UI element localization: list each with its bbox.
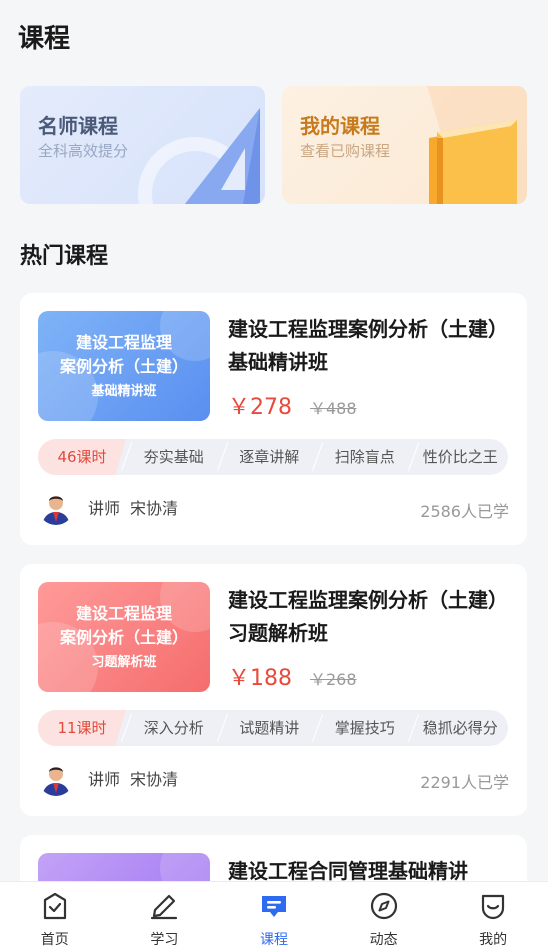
- bottom-tab-bar: 首页 学习 课程 动态 我的: [0, 881, 548, 951]
- banner-subtitle: 全科高效提分: [38, 142, 129, 160]
- my-courses-banner[interactable]: 我的课程 查看已购课程: [282, 86, 527, 204]
- tab-courses[interactable]: 课程: [219, 882, 329, 951]
- set-square-icon: [138, 108, 260, 204]
- tab-label: 课程: [259, 932, 288, 948]
- study-icon: [151, 894, 178, 920]
- course-card[interactable]: 建设工程监理 案例分析（土建） 习题解析班 建设工程监理案例分析（土建）习题解析…: [20, 564, 527, 816]
- course-title: 建设工程监理案例分析（土建）基础精讲班: [228, 317, 508, 374]
- original-price: ￥488: [310, 399, 357, 418]
- course-tags: 46课时 夯实基础 逐章讲解 扫除盲点 性价比之王: [38, 439, 508, 475]
- course-tags: 11课时 深入分析 试题精讲 掌握技巧 稳抓必得分: [38, 710, 508, 746]
- course-thumbnail: 建设工程监理 案例分析（土建） 习题解析班: [38, 582, 210, 692]
- course-title: 建设工程监理案例分析（土建）习题解析班: [228, 588, 508, 645]
- teacher-info: 讲师 宋协清: [38, 760, 178, 796]
- tab-home[interactable]: 首页: [0, 882, 110, 951]
- teacher-avatar: [38, 760, 74, 796]
- page-title: 课程: [18, 24, 71, 54]
- course-tag: 掌握技巧: [317, 710, 413, 746]
- course-tag: 稳抓必得分: [413, 710, 509, 746]
- course-card[interactable]: 建设工程监理 案例分析（土建） 基础精讲班 建设工程监理案例分析（土建）基础精讲…: [20, 293, 527, 545]
- learner-count: 2291人已学: [420, 773, 509, 792]
- tab-study[interactable]: 学习: [110, 882, 220, 951]
- course-tag: 试题精讲: [222, 710, 318, 746]
- banner-subtitle: 查看已购课程: [300, 142, 391, 160]
- teacher-info: 讲师 宋协清: [38, 489, 178, 525]
- course-icon: [261, 896, 286, 917]
- course-price: ￥188: [228, 666, 292, 691]
- original-price: ￥268: [310, 670, 357, 689]
- course-tag: 夯实基础: [126, 439, 222, 475]
- tab-label: 首页: [40, 932, 69, 948]
- book-icon: [427, 86, 527, 204]
- compass-icon: [370, 892, 397, 920]
- banner-title: 名师课程: [38, 114, 118, 138]
- tab-label: 我的: [479, 932, 508, 948]
- teacher-name: 宋协清: [130, 499, 179, 518]
- lesson-count-badge: 46课时: [38, 439, 126, 475]
- course-tag: 深入分析: [126, 710, 222, 746]
- learner-count: 2586人已学: [420, 502, 509, 521]
- course-thumbnail: 建设工程监理 案例分析（土建） 基础精讲班: [38, 311, 210, 421]
- section-title: 热门课程: [20, 244, 109, 269]
- teacher-avatar: [38, 489, 74, 525]
- course-tag: 性价比之王: [413, 439, 509, 475]
- teacher-label: 讲师: [88, 499, 121, 518]
- profile-icon: [482, 894, 505, 920]
- tab-feed[interactable]: 动态: [329, 882, 439, 951]
- home-icon: [43, 892, 66, 920]
- tab-label: 动态: [369, 932, 398, 948]
- tab-profile[interactable]: 我的: [438, 882, 548, 951]
- tab-label: 学习: [150, 932, 179, 948]
- course-tag: 逐章讲解: [222, 439, 318, 475]
- lesson-count-badge: 11课时: [38, 710, 126, 746]
- teacher-label: 讲师: [88, 770, 121, 789]
- course-price: ￥278: [228, 395, 292, 420]
- course-tag: 扫除盲点: [317, 439, 413, 475]
- famous-teacher-course-banner[interactable]: 名师课程 全科高效提分: [20, 86, 265, 204]
- teacher-name: 宋协清: [130, 770, 179, 789]
- banner-title: 我的课程: [300, 114, 380, 138]
